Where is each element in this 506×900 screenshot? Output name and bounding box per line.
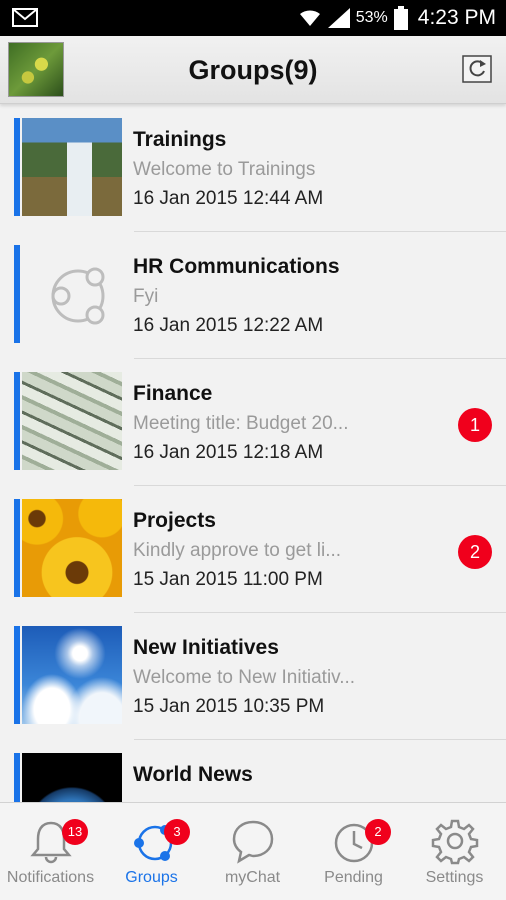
unread-badge: 1 [458, 408, 492, 442]
bottom-tab-bar: 13 Notifications 3 Groups myChat 2 Pendi… [0, 802, 506, 900]
waterfall-image [22, 118, 122, 216]
clock-time: 4:23 PM [417, 6, 496, 29]
group-list: Trainings Welcome to Trainings 16 Jan 20… [0, 104, 506, 802]
group-time: 15 Jan 2015 10:35 PM [133, 696, 325, 717]
group-preview: Welcome to Trainings [133, 159, 316, 180]
tab-label: Groups [125, 869, 178, 886]
group-row[interactable]: Finance Meeting title: Budget 20... 16 J… [14, 358, 506, 486]
tab-mychat[interactable]: myChat [202, 803, 303, 900]
earth-image [22, 753, 122, 802]
group-name: Trainings [133, 128, 227, 151]
groups-badge: 3 [164, 819, 190, 845]
sunflower-image [22, 499, 122, 597]
page-title: Groups(9) [188, 55, 318, 85]
tab-label: Pending [324, 869, 383, 886]
row-accent-bar [14, 626, 20, 724]
chat-icon [232, 820, 273, 864]
tab-groups[interactable]: 3 Groups [101, 803, 202, 900]
group-row[interactable]: Trainings Welcome to Trainings 16 Jan 20… [14, 104, 506, 232]
app-header: Groups(9) [0, 36, 506, 104]
row-accent-bar [14, 118, 20, 216]
gear-icon [431, 819, 478, 865]
tab-label: myChat [224, 869, 281, 886]
row-accent-bar [14, 245, 20, 343]
tab-label: Settings [425, 869, 484, 886]
group-name: World News [133, 763, 253, 786]
unread-badge: 2 [458, 535, 492, 569]
group-preview: Fyi [133, 286, 159, 307]
tab-pending[interactable]: 2 Pending [303, 803, 404, 900]
group-name: Projects [133, 509, 216, 532]
row-accent-bar [14, 753, 20, 802]
row-accent-bar [14, 372, 20, 470]
status-bar: 53% 4:23 PM [0, 0, 506, 36]
group-placeholder-icon [22, 245, 122, 343]
group-time: 16 Jan 2015 12:18 AM [133, 442, 324, 463]
group-name: HR Communications [133, 255, 340, 278]
group-name: Finance [133, 382, 213, 405]
group-row[interactable]: New Initiatives Welcome to New Initiativ… [14, 612, 506, 740]
group-time: 16 Jan 2015 12:44 AM [133, 188, 324, 209]
signal-icon [327, 8, 350, 28]
row-accent-bar [14, 499, 20, 597]
gmail-icon [12, 8, 38, 27]
sky-image [22, 626, 122, 724]
group-name: New Initiatives [133, 636, 279, 659]
group-time: 15 Jan 2015 11:00 PM [133, 569, 323, 590]
group-preview: Welcome to New Initiativ... [133, 667, 356, 688]
battery-percent: 53% [355, 9, 388, 26]
group-row[interactable]: HR Communications Fyi 16 Jan 2015 12:22 … [14, 231, 506, 359]
battery-icon [393, 6, 408, 30]
group-row[interactable]: World News [14, 739, 506, 802]
money-image [22, 372, 122, 470]
tab-settings[interactable]: Settings [404, 803, 505, 900]
group-time: 16 Jan 2015 12:22 AM [133, 315, 324, 336]
tab-label: Notifications [6, 869, 95, 886]
pending-badge: 2 [365, 819, 391, 845]
wifi-icon [299, 10, 320, 26]
group-row[interactable]: Projects Kindly approve to get li... 15 … [14, 485, 506, 613]
refresh-icon[interactable] [462, 55, 492, 83]
group-preview: Meeting title: Budget 20... [133, 413, 349, 434]
tab-notifications[interactable]: 13 Notifications [0, 803, 101, 900]
notifications-badge: 13 [62, 819, 88, 845]
group-preview: Kindly approve to get li... [133, 540, 342, 561]
